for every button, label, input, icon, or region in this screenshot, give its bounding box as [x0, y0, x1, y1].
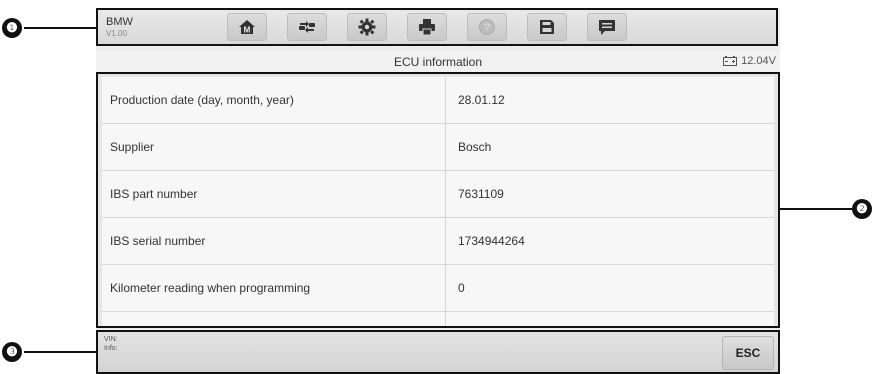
settings-button[interactable] — [347, 13, 387, 41]
title-bar: ECU information 12.04V — [96, 51, 780, 74]
vin-info-block: VIN: Info: — [104, 335, 118, 353]
row-value: 28.01.12 — [458, 93, 505, 107]
esc-button[interactable]: ESC — [722, 336, 774, 370]
save-icon — [540, 20, 554, 34]
table-row: IBS serial number 1734944264 — [102, 218, 774, 265]
page-title: ECU information — [393, 55, 483, 69]
brand-block: BMW V1.00 — [106, 16, 133, 40]
help-icon: ? — [479, 19, 495, 35]
info-label: Info: — [104, 345, 118, 352]
voltage-value: 12.04V — [741, 55, 776, 67]
vin-label: VIN: — [104, 336, 118, 343]
callout-3-line — [24, 351, 96, 353]
table-row: IBS part number 7631109 — [102, 171, 774, 218]
table-row-partial — [102, 312, 774, 326]
svg-text:M: M — [244, 26, 251, 35]
print-button[interactable] — [407, 13, 447, 41]
vehicle-swap-button[interactable] — [287, 13, 327, 41]
row-label-clipped — [102, 312, 446, 326]
message-icon — [599, 20, 615, 35]
table-row: Kilometer reading when programming 0 — [102, 265, 774, 312]
row-value: 1734944264 — [458, 234, 525, 248]
row-label: IBS serial number — [102, 218, 446, 264]
svg-text:?: ? — [484, 22, 490, 34]
print-icon — [419, 19, 435, 36]
callout-1-line — [24, 27, 96, 29]
home-button[interactable]: M — [227, 13, 267, 41]
row-value: 0 — [458, 281, 465, 295]
battery-icon — [723, 56, 738, 66]
brand-name: BMW — [106, 16, 133, 28]
software-version: V1.00 — [106, 29, 127, 38]
row-value: Bosch — [458, 140, 492, 154]
row-label: Kilometer reading when programming — [102, 265, 446, 311]
settings-icon — [358, 18, 376, 36]
row-value: 7631109 — [458, 187, 504, 201]
bottom-status-bar: VIN: Info: ESC — [96, 330, 780, 374]
callout-2-line — [780, 208, 852, 210]
home-icon: M — [239, 20, 255, 35]
row-value-clipped — [446, 312, 774, 326]
callout-2-badge: ❷ — [852, 199, 872, 219]
table-row: Supplier Bosch — [102, 124, 774, 171]
vehicle-swap-icon — [299, 21, 315, 33]
help-button[interactable]: ? — [467, 13, 507, 41]
top-toolbar: BMW V1.00 M ? — [96, 8, 778, 46]
row-label: Production date (day, month, year) — [102, 77, 446, 123]
callout-3-badge: ❸ — [2, 342, 22, 362]
save-button[interactable] — [527, 13, 567, 41]
ecu-info-table[interactable]: Production date (day, month, year) 28.01… — [96, 72, 780, 328]
row-label: IBS part number — [102, 171, 446, 217]
table-row: Production date (day, month, year) 28.01… — [102, 77, 774, 124]
message-button[interactable] — [587, 13, 627, 41]
row-label: Supplier — [102, 124, 446, 170]
callout-1-badge: ❶ — [2, 18, 22, 38]
battery-voltage: 12.04V — [723, 55, 776, 67]
